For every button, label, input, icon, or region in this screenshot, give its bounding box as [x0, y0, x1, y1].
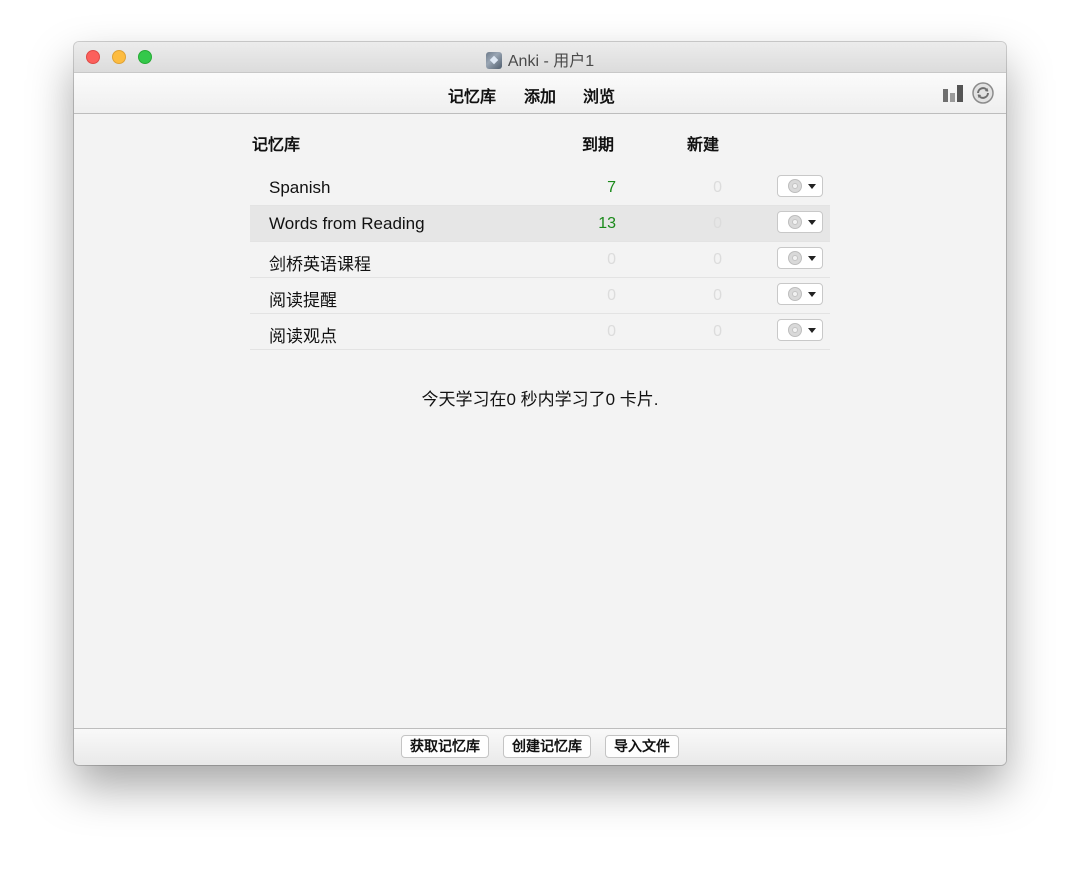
gear-icon	[788, 287, 802, 301]
deck-options-button[interactable]	[777, 211, 823, 233]
deck-due-count: 0	[607, 287, 616, 304]
deck-name[interactable]: Spanish	[269, 178, 330, 198]
chevron-down-icon	[808, 328, 816, 333]
deck-name[interactable]: 剑桥英语课程	[269, 250, 371, 275]
header-new: 新建	[687, 137, 720, 154]
chevron-down-icon	[808, 292, 816, 297]
deck-row-spanish[interactable]: Spanish 7 0	[250, 170, 830, 206]
deck-options-button[interactable]	[777, 247, 823, 269]
get-shared-decks-button[interactable]: 获取记忆库	[401, 735, 489, 758]
anki-main-window: Anki - 用户1 记忆库 添加 浏览 记忆库 到期 新建 Spanish 7…	[74, 42, 1006, 765]
deck-due-count: 0	[607, 251, 616, 268]
window-title: Anki - 用户1	[74, 47, 1006, 71]
window-title-text: Anki - 用户1	[507, 53, 595, 70]
sync-icon[interactable]	[972, 82, 994, 104]
deck-due-count: 0	[607, 323, 616, 340]
create-deck-button[interactable]: 创建记忆库	[503, 735, 591, 758]
deck-due-count: 13	[598, 215, 616, 232]
gear-icon	[788, 251, 802, 265]
header-deck: 记忆库	[252, 137, 301, 154]
title-bar[interactable]: Anki - 用户1	[74, 42, 1006, 73]
deck-new-count: 0	[713, 179, 722, 196]
chevron-down-icon	[808, 256, 816, 261]
header-due: 到期	[582, 137, 615, 154]
deck-options-button[interactable]	[777, 319, 823, 341]
deck-options-button[interactable]	[777, 283, 823, 305]
deck-name[interactable]: Words from Reading	[269, 214, 425, 234]
deck-new-count: 0	[713, 215, 722, 232]
toolbar-add-link[interactable]: 添加	[524, 83, 556, 107]
bottom-toolbar: 获取记忆库 创建记忆库 导入文件	[74, 728, 1006, 765]
toolbar-decks-link[interactable]: 记忆库	[448, 83, 496, 107]
deck-due-count: 7	[607, 179, 616, 196]
deck-new-count: 0	[713, 287, 722, 304]
gear-icon	[788, 323, 802, 337]
bar-chart-icon[interactable]	[942, 85, 964, 102]
anki-app-icon	[485, 52, 502, 69]
gear-icon	[788, 179, 802, 193]
deck-name[interactable]: 阅读观点	[269, 322, 337, 347]
deck-row-reading-viewpoints[interactable]: 阅读观点 0 0	[250, 314, 830, 350]
deck-row-words-from-reading[interactable]: Words from Reading 13 0	[250, 206, 830, 242]
deck-row-reading-reminders[interactable]: 阅读提醒 0 0	[250, 278, 830, 314]
deck-row-cambridge-english[interactable]: 剑桥英语课程 0 0	[250, 242, 830, 278]
gear-icon	[788, 215, 802, 229]
deck-name[interactable]: 阅读提醒	[269, 286, 337, 311]
deck-new-count: 0	[713, 323, 722, 340]
import-file-button[interactable]: 导入文件	[605, 735, 679, 758]
deck-new-count: 0	[713, 251, 722, 268]
study-summary: 今天学习在0 秒内学习了0 卡片.	[421, 390, 659, 409]
main-toolbar: 记忆库 添加 浏览	[74, 73, 1006, 114]
toolbar-browse-link[interactable]: 浏览	[583, 83, 615, 107]
chevron-down-icon	[808, 184, 816, 189]
chevron-down-icon	[808, 220, 816, 225]
deck-options-button[interactable]	[777, 175, 823, 197]
